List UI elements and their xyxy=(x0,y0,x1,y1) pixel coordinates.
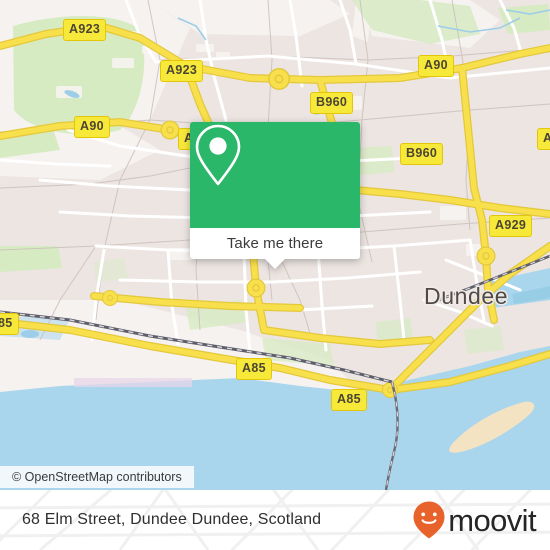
road-shield: A xyxy=(537,128,550,150)
road-shield: A85 xyxy=(331,389,367,411)
callout-action-area[interactable]: Take me there xyxy=(190,228,360,269)
take-me-there-label: Take me there xyxy=(226,235,324,252)
callout-tail xyxy=(264,258,286,269)
osm-attribution-text: © OpenStreetMap contributors xyxy=(12,470,182,484)
road-shield: A923 xyxy=(63,19,107,41)
moovit-wordmark: moovit xyxy=(448,502,536,538)
moovit-pin-icon xyxy=(413,501,445,539)
footer-bar: 68 Elm Street, Dundee Dundee, Scotland m… xyxy=(0,490,550,550)
callout-icon-area xyxy=(190,122,360,228)
address-label: 68 Elm Street, Dundee Dundee, Scotland xyxy=(22,511,322,528)
road-shield: A929 xyxy=(489,215,533,237)
osm-attribution[interactable]: © OpenStreetMap contributors xyxy=(0,466,194,488)
road-shield: A90 xyxy=(74,116,110,138)
map-page: A923A923A90A90A90B960B960A929A85A85A85 D… xyxy=(0,0,550,550)
map-retail-area xyxy=(74,378,192,387)
road-shield: B960 xyxy=(310,92,354,114)
road-shield: 85 xyxy=(0,313,19,335)
city-label: Dundee xyxy=(424,283,509,309)
map-canvas[interactable]: A923A923A90A90A90B960B960A929A85A85A85 D… xyxy=(0,0,550,490)
road-shield: A85 xyxy=(236,358,272,380)
road-shield: A90 xyxy=(418,55,454,77)
road-shield: B960 xyxy=(400,143,444,165)
road-shield: A923 xyxy=(160,60,204,82)
location-callout-card[interactable]: Take me there xyxy=(190,122,360,269)
map-pin-icon xyxy=(195,124,241,186)
moovit-brand[interactable]: moovit xyxy=(412,500,537,540)
